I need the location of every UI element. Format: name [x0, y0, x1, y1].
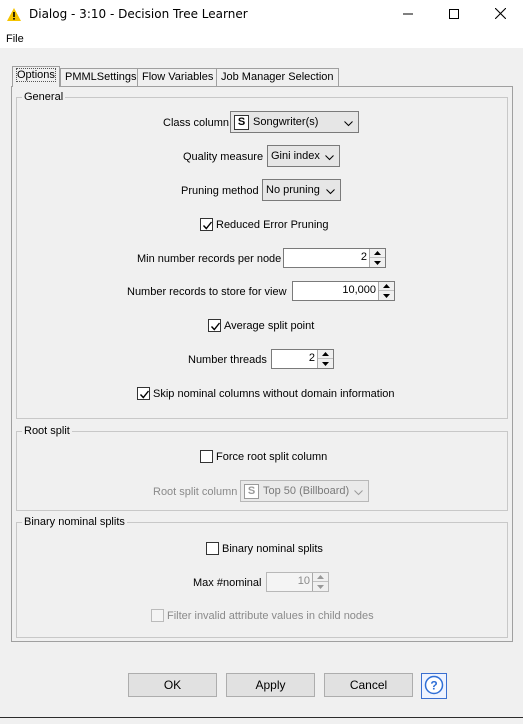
cancel-button[interactable]: Cancel: [324, 673, 413, 697]
maximize-icon: [449, 8, 459, 22]
threads-spinner[interactable]: 2: [271, 349, 334, 369]
checkmark-icon: [139, 390, 150, 399]
options-panel: General Class column S Songwriter(s) Qua…: [11, 86, 513, 642]
root-split-group-title: Root split: [22, 425, 72, 437]
spin-up-icon[interactable]: [370, 249, 385, 258]
binary-splits-group: Binary nominal splits Binary nominal spl…: [16, 516, 508, 638]
threads-label: Number threads: [188, 354, 267, 366]
general-group: General Class column S Songwriter(s) Qua…: [16, 91, 508, 419]
class-column-value: Songwriter(s): [253, 116, 319, 128]
pruning-method-select[interactable]: No pruning: [262, 179, 341, 201]
apply-button[interactable]: Apply: [226, 673, 315, 697]
spin-down-icon[interactable]: [313, 582, 328, 591]
help-button[interactable]: ?: [421, 673, 447, 699]
ok-button[interactable]: OK: [128, 673, 217, 697]
general-group-title: General: [22, 91, 66, 103]
warning-icon: [7, 8, 21, 24]
chevron-down-icon: [344, 118, 353, 130]
pruning-method-value: No pruning: [266, 184, 320, 196]
quality-measure-value: Gini index: [271, 150, 320, 162]
spin-down-icon[interactable]: [370, 258, 385, 267]
class-column-label: Class column: [163, 117, 230, 129]
pruning-method-label: Pruning method: [181, 185, 259, 197]
average-split-label: Average split point: [224, 320, 315, 332]
tab-pmmlsettings[interactable]: PMMLSettings: [60, 68, 142, 86]
title-bar: Dialog - 3:10 - Decision Tree Learner: [0, 0, 523, 30]
bottom-border: [0, 717, 523, 718]
tab-options[interactable]: Options: [12, 66, 60, 87]
minimize-button[interactable]: [385, 0, 431, 30]
filter-invalid-checkbox[interactable]: [151, 609, 164, 622]
max-nominal-value: 10: [297, 575, 310, 587]
svg-text:?: ?: [430, 678, 437, 692]
tab-job-manager-selection[interactable]: Job Manager Selection: [216, 68, 339, 86]
binary-splits-group-title: Binary nominal splits: [22, 516, 127, 528]
tab-job-manager-label: Job Manager Selection: [221, 71, 334, 83]
root-split-column-label: Root split column: [153, 486, 238, 498]
min-records-spinner[interactable]: 2: [283, 248, 386, 268]
checkmark-icon: [202, 221, 213, 230]
reduced-error-pruning-checkbox[interactable]: [200, 218, 213, 231]
skip-nominal-checkbox[interactable]: [137, 387, 150, 400]
chevron-down-icon: [354, 487, 363, 499]
chevron-down-icon: [326, 186, 335, 198]
tab-pmmlsettings-label: PMMLSettings: [65, 71, 137, 83]
window-title: Dialog - 3:10 - Decision Tree Learner: [29, 7, 248, 21]
root-split-group: Root split Force root split column Root …: [16, 425, 508, 511]
string-type-icon: S: [244, 483, 259, 499]
records-store-value: 10,000: [342, 284, 376, 296]
average-split-checkbox[interactable]: [208, 319, 221, 332]
max-nominal-spinner[interactable]: 10: [266, 572, 329, 592]
spin-down-icon[interactable]: [379, 291, 394, 300]
chevron-down-icon: [325, 152, 334, 164]
close-icon: [494, 7, 506, 22]
records-store-spinner[interactable]: 10,000: [292, 281, 395, 301]
close-button[interactable]: [477, 0, 523, 30]
spin-up-icon[interactable]: [318, 350, 333, 359]
binary-splits-label: Binary nominal splits: [222, 543, 323, 555]
threads-value: 2: [308, 352, 315, 364]
tab-flow-variables[interactable]: Flow Variables: [137, 68, 219, 86]
spin-down-icon[interactable]: [318, 359, 333, 368]
root-split-column-select[interactable]: S Top 50 (Billboard): [240, 480, 369, 502]
checkmark-icon: [210, 322, 221, 331]
string-type-icon: S: [234, 114, 249, 130]
quality-measure-select[interactable]: Gini index: [267, 145, 340, 167]
root-split-column-value: Top 50 (Billboard): [263, 485, 350, 497]
min-records-label: Min number records per node: [137, 253, 282, 265]
tab-options-label: Options: [16, 68, 56, 82]
quality-measure-label: Quality measure: [183, 151, 264, 163]
spin-up-icon[interactable]: [313, 573, 328, 582]
binary-splits-checkbox[interactable]: [206, 542, 219, 555]
menu-file[interactable]: File: [6, 33, 24, 45]
force-root-split-label: Force root split column: [216, 451, 328, 463]
reduced-error-pruning-label: Reduced Error Pruning: [216, 219, 329, 231]
tab-flow-variables-label: Flow Variables: [142, 71, 214, 83]
records-store-label: Number records to store for view: [127, 286, 287, 298]
max-nominal-label: Max #nominal: [193, 577, 262, 589]
filter-invalid-label: Filter invalid attribute values in child…: [167, 610, 374, 622]
minimize-icon: [403, 9, 413, 22]
force-root-split-checkbox[interactable]: [200, 450, 213, 463]
class-column-select[interactable]: S Songwriter(s): [230, 111, 359, 133]
help-icon: ?: [424, 675, 444, 698]
maximize-button[interactable]: [431, 0, 477, 30]
menu-bar: File: [0, 30, 523, 48]
spin-up-icon[interactable]: [379, 282, 394, 291]
min-records-value: 2: [360, 251, 367, 263]
skip-nominal-label: Skip nominal columns without domain info…: [153, 388, 395, 400]
